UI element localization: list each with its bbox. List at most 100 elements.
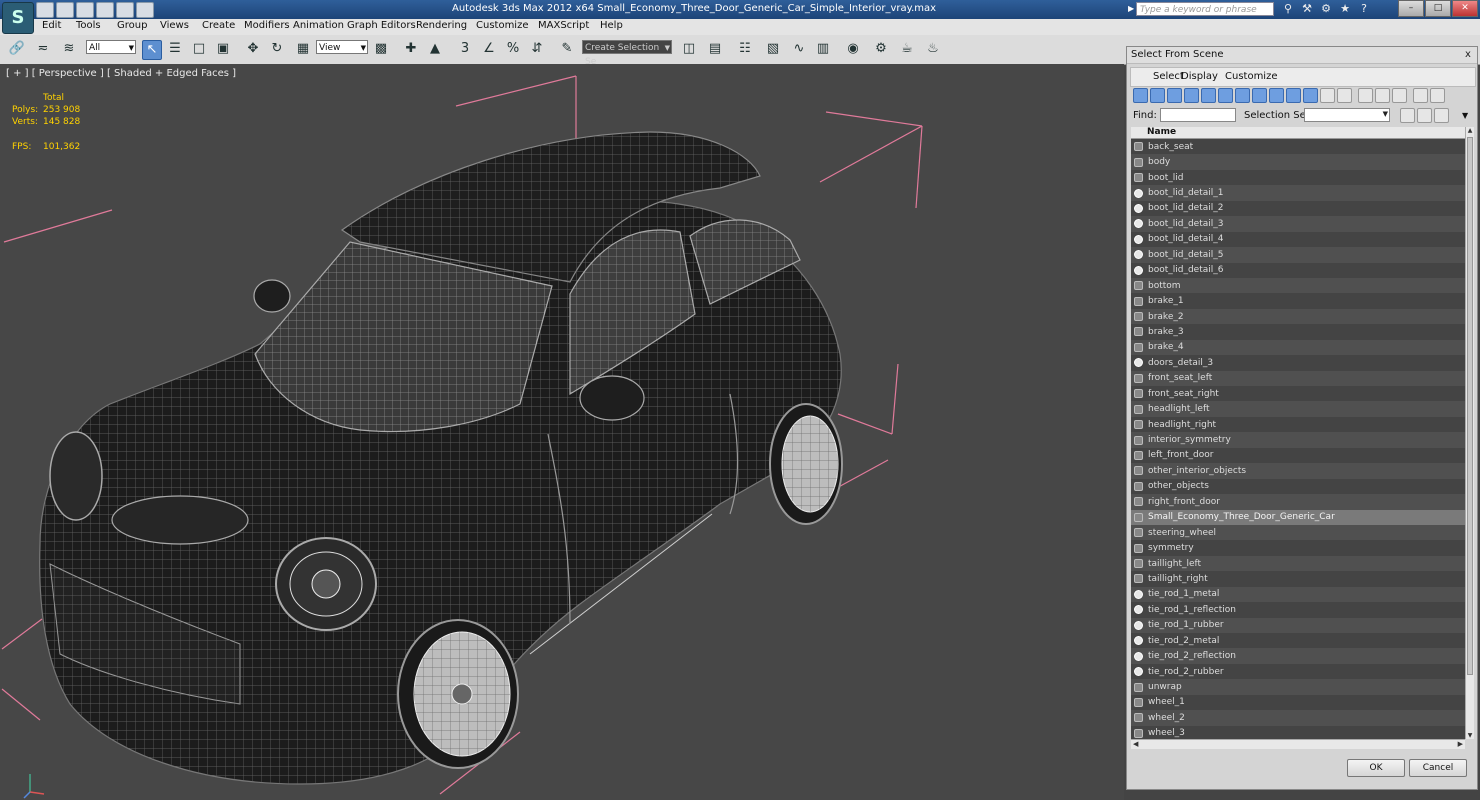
list-item[interactable]: tie_rod_1_metal <box>1131 586 1465 603</box>
scroll-right-icon[interactable]: ▶ <box>1458 740 1463 748</box>
list-item[interactable]: front_seat_right <box>1131 386 1465 402</box>
snaps-toggle-icon[interactable]: 3 <box>456 40 474 58</box>
list-item[interactable]: brake_2 <box>1131 308 1465 325</box>
help-search-input[interactable]: Type a keyword or phrase <box>1136 2 1274 16</box>
display-all-icon[interactable] <box>1337 88 1352 103</box>
reference-coordinate-select[interactable]: View <box>316 40 368 55</box>
menu-customize[interactable]: Customize <box>476 20 529 31</box>
scale-icon[interactable]: ▦ <box>294 40 312 58</box>
named-selection-set-select[interactable]: Create Selection Se <box>582 40 672 67</box>
list-item[interactable]: steering_wheel <box>1131 524 1465 541</box>
selection-set-add-icon[interactable] <box>1400 108 1415 123</box>
scroll-down-icon[interactable]: ▼ <box>1466 732 1474 739</box>
display-hidden-icon[interactable] <box>1320 88 1335 103</box>
list-item[interactable]: headlight_left <box>1131 401 1465 417</box>
menu-tools[interactable]: Tools <box>76 20 101 31</box>
list-item[interactable]: boot_lid_detail_4 <box>1131 231 1465 248</box>
pivot-center-icon[interactable]: ▩ <box>372 40 390 58</box>
list-horizontal-scrollbar[interactable]: ◀ ▶ <box>1131 739 1465 749</box>
list-item[interactable]: wheel_2 <box>1131 710 1465 726</box>
tools-icon[interactable]: ⚒ <box>1299 2 1315 16</box>
display-frozen-icon[interactable] <box>1303 88 1318 103</box>
rectangular-selection-icon[interactable]: □ <box>190 40 208 58</box>
maximize-icon[interactable]: □ <box>1425 0 1451 17</box>
list-item[interactable]: back_seat <box>1131 139 1465 155</box>
list-item[interactable]: Small_Economy_Three_Door_Generic_Car <box>1131 509 1465 525</box>
select-invert-icon[interactable] <box>1392 88 1407 103</box>
viewport-label[interactable]: [ + ] [ Perspective ] [ Shaded + Edged F… <box>6 68 236 79</box>
list-item[interactable]: body <box>1131 154 1465 170</box>
move-icon[interactable]: ✥ <box>244 40 262 58</box>
list-item[interactable]: wheel_3 <box>1131 725 1465 739</box>
menu-graph-editors[interactable]: Graph Editors <box>347 20 416 31</box>
select-all-icon[interactable] <box>1358 88 1373 103</box>
list-item[interactable]: taillight_right <box>1131 571 1465 587</box>
list-item[interactable]: taillight_left <box>1131 555 1465 572</box>
menu-edit[interactable]: Edit <box>42 20 61 31</box>
window-crossing-icon[interactable]: ▣ <box>214 40 232 58</box>
list-item[interactable]: symmetry <box>1131 540 1465 556</box>
list-item[interactable]: brake_1 <box>1131 293 1465 309</box>
selection-set-manage-icon[interactable] <box>1434 108 1449 123</box>
redo-icon[interactable] <box>116 2 134 18</box>
list-item[interactable]: other_objects <box>1131 478 1465 495</box>
scrollbar-thumb[interactable] <box>1467 137 1473 675</box>
dialog-close-icon[interactable]: x <box>1461 49 1475 61</box>
display-space-warps-icon[interactable] <box>1218 88 1233 103</box>
display-groups-icon[interactable] <box>1235 88 1250 103</box>
list-item[interactable]: boot_lid_detail_3 <box>1131 216 1465 232</box>
percent-snap-icon[interactable]: % <box>504 40 522 58</box>
render-production-icon[interactable]: ♨ <box>924 40 942 58</box>
list-item[interactable]: boot_lid <box>1131 169 1465 186</box>
filter-icon[interactable] <box>1413 88 1428 103</box>
panel-expand-icon[interactable]: ▼ <box>1462 111 1468 120</box>
mirror-icon[interactable]: ◫ <box>680 40 698 58</box>
close-icon[interactable]: ✕ <box>1452 0 1478 17</box>
find-input[interactable] <box>1160 108 1236 122</box>
perspective-viewport[interactable]: [ + ] [ Perspective ] [ Shaded + Edged F… <box>0 64 1124 800</box>
keyboard-shortcut-override-icon[interactable]: ▲ <box>426 40 444 58</box>
select-by-name-icon[interactable]: ☰ <box>166 40 184 58</box>
list-item[interactable]: tie_rod_1_reflection <box>1131 602 1465 618</box>
menu-views[interactable]: Views <box>160 20 189 31</box>
display-cameras-icon[interactable] <box>1184 88 1199 103</box>
search-expand-icon[interactable]: ▶ <box>1128 4 1134 13</box>
project-folder-icon[interactable] <box>136 2 154 18</box>
star-icon[interactable]: ★ <box>1337 2 1353 16</box>
save-file-icon[interactable] <box>76 2 94 18</box>
list-item[interactable]: wheel_1 <box>1131 694 1465 711</box>
list-item[interactable]: boot_lid_detail_5 <box>1131 247 1465 263</box>
graphite-toolset-icon[interactable]: ▧ <box>764 40 782 58</box>
object-list[interactable]: Name back_seat body boot_lid boot_lid_detai… <box>1131 127 1465 739</box>
ok-button[interactable]: OK <box>1347 759 1405 777</box>
menu-maxscript[interactable]: MAXScript <box>538 20 589 31</box>
list-item[interactable]: brake_4 <box>1131 339 1465 356</box>
list-item[interactable]: brake_3 <box>1131 324 1465 340</box>
angle-snap-icon[interactable]: ∠ <box>480 40 498 58</box>
scroll-up-icon[interactable]: ▲ <box>1466 127 1474 134</box>
menu-modifiers[interactable]: Modifiers <box>244 20 290 31</box>
filter-options-icon[interactable] <box>1430 88 1445 103</box>
schematic-view-icon[interactable]: ▥ <box>814 40 832 58</box>
display-geometry-icon[interactable] <box>1133 88 1148 103</box>
selection-filter-select[interactable]: All <box>86 40 136 55</box>
list-item[interactable]: other_interior_objects <box>1131 463 1465 479</box>
select-none-icon[interactable] <box>1375 88 1390 103</box>
dialog-title[interactable]: Select From Scene <box>1127 47 1477 64</box>
menu-help[interactable]: Help <box>600 20 623 31</box>
subscription-icon[interactable]: ⚙ <box>1318 2 1334 16</box>
layer-manager-icon[interactable]: ☷ <box>736 40 754 58</box>
help-icon[interactable]: ? <box>1356 2 1372 16</box>
list-item[interactable]: unwrap <box>1131 679 1465 695</box>
select-manipulate-icon[interactable]: ✚ <box>402 40 420 58</box>
display-helpers-icon[interactable] <box>1201 88 1216 103</box>
list-item[interactable]: tie_rod_2_rubber <box>1131 663 1465 680</box>
menu-rendering[interactable]: Rendering <box>416 20 467 31</box>
curve-editor-icon[interactable]: ∿ <box>790 40 808 58</box>
list-item[interactable]: tie_rod_2_metal <box>1131 633 1465 649</box>
search-icon[interactable]: ⚲ <box>1280 2 1296 16</box>
list-item[interactable]: front_seat_left <box>1131 370 1465 386</box>
list-item[interactable]: boot_lid_detail_6 <box>1131 262 1465 278</box>
dialog-menu-display[interactable]: Display <box>1181 71 1218 82</box>
menu-group[interactable]: Group <box>117 20 147 31</box>
